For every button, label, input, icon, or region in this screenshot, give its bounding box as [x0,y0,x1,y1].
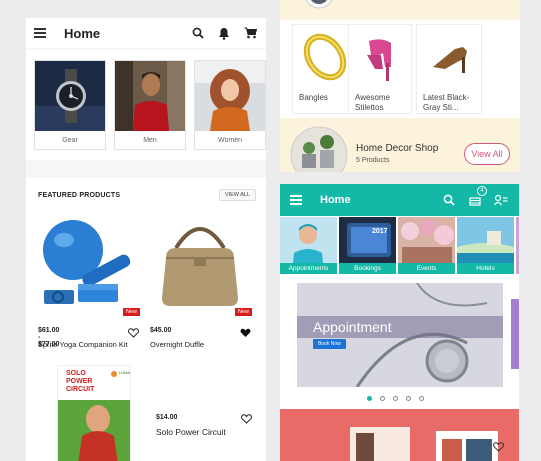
tile-label: Hotels [457,263,514,274]
heart-filled-icon[interactable] [240,325,251,337]
gear-image [35,61,105,131]
cart-count-badge: 4 [477,186,487,196]
product-name: Solo Power Circuit [156,427,226,437]
product-caption: Bangles [299,93,328,102]
app-bar: Home 4 [280,184,519,216]
featured-products-section: FEATURED PRODUCTS VIEW ALL New $61.00 - … [26,178,266,461]
carousel-dot[interactable] [419,396,424,401]
heart-outline-icon[interactable] [128,325,139,338]
women-image [195,61,265,131]
category-women[interactable]: Women [194,60,266,150]
tile-hotels[interactable]: Hotels [457,217,514,274]
shop-listing-screen: Bangles Awesome Stilettos Latest Black-G… [280,0,520,172]
product-tile[interactable]: Latest Black-Gray Sti... [416,24,482,114]
tile-label: Appointments [280,263,337,274]
carousel-dot[interactable] [380,396,385,401]
stiletto-image [367,39,391,81]
cover-text-circuit: CIRCUIT [66,386,95,393]
tile-label: Bookings [339,263,396,274]
services-home-screen: Home 4 Appointments 2017 Bookings Events… [280,184,519,461]
shop-header-band [280,0,520,20]
men-image [115,61,185,131]
product-image [38,218,138,318]
product-tile[interactable]: Awesome Stilettos [348,24,412,114]
product-caption: Latest Black-Gray Sti... [423,93,470,112]
carousel-dot[interactable] [406,396,411,401]
cover-brand: LUMA [119,370,131,375]
tile-events[interactable]: Events [398,217,455,274]
cart-icon[interactable] [242,25,258,41]
app-bar: Home [26,18,266,48]
cover-text-power: POWER [66,378,93,385]
ecommerce-home-screen: Home Gear Men Women FEATURED PRODUCTS VI… [26,18,266,461]
tile-appointments[interactable]: Appointments [280,217,337,274]
shop-avatar [290,126,348,172]
heart-outline-icon[interactable] [493,439,504,452]
product-price: $45.00 [150,327,172,334]
page-title: Home [320,194,351,206]
basket-icon[interactable]: 4 [467,186,487,208]
bell-icon[interactable] [216,25,232,41]
category-gear[interactable]: Gear [34,60,106,150]
tile-screen-text: 2017 [372,228,388,235]
view-all-button[interactable]: VIEW ALL [218,189,256,201]
product-image: SOLO POWER CIRCUIT LUMA [38,364,138,461]
carousel-dot[interactable] [367,396,372,401]
category-label: Men [143,137,157,144]
menu-icon[interactable] [34,28,46,38]
view-all-button[interactable]: View All [464,143,510,165]
page-title: Home [64,25,101,41]
cover-text-solo: SOLO [66,370,86,377]
carousel-indicator [367,396,424,401]
product-image [150,218,250,318]
category-label: Women [218,137,242,144]
carousel-dot[interactable] [393,396,398,401]
new-tag: New [235,308,253,316]
search-icon[interactable] [441,192,457,208]
profile-list-icon[interactable] [493,192,509,208]
new-tag: New [123,308,141,316]
section-title: FEATURED PRODUCTS [38,191,121,199]
next-slide-peek [511,299,519,369]
hero-banner[interactable]: Appointment Book Now [297,283,503,387]
category-list: Gear Men Women [26,50,266,160]
shop-product-count: 5 Products [356,157,390,164]
service-tiles: Appointments 2017 Bookings Events Hotels [280,217,519,274]
menu-icon[interactable] [290,195,302,205]
promo-banner[interactable] [280,409,519,461]
tile-label: Events [398,263,455,274]
category-men[interactable]: Men [114,60,186,150]
heel-image [433,47,467,73]
shop-banner[interactable]: Home Decor Shop 5 Products View All [280,118,520,172]
heart-outline-icon[interactable] [241,411,252,424]
bangle-image [303,33,347,81]
product-caption: Awesome Stilettos [355,93,390,112]
product-name: Sprite Yoga Companion Kit [38,340,128,349]
search-icon[interactable] [190,25,206,41]
book-now-button[interactable]: Book Now [313,339,346,349]
shop-name: Home Decor Shop [356,143,439,154]
product-tile[interactable]: Bangles [292,24,356,114]
tile-bookings[interactable]: 2017 Bookings [339,217,396,274]
product-price: $14.00 [156,414,178,421]
category-label: Gear [62,137,78,144]
tile-more[interactable] [516,217,519,274]
product-name: Overnight Duffle [150,340,205,349]
hero-title: Appointment [297,316,503,338]
